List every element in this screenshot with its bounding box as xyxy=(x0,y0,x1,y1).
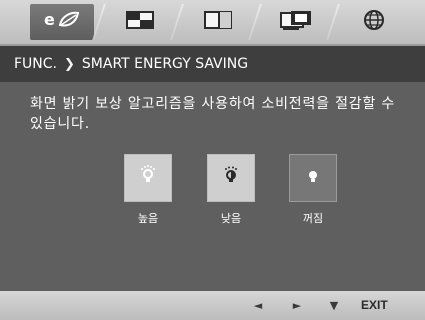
tab-screen[interactable] xyxy=(186,4,250,40)
left-arrow-button[interactable]: ◄ xyxy=(251,297,265,313)
breadcrumb-func: FUNC. xyxy=(14,56,57,72)
option-low-label: 낮음 xyxy=(220,212,242,225)
chevron-right-icon: ❯ xyxy=(64,56,75,72)
osd-menu: e FUNC. ❯ SMART ENERGY SAVING 화면 밝기 보상 알… xyxy=(0,0,425,320)
tab-divider xyxy=(248,4,262,40)
picture-contrast-icon xyxy=(125,9,155,35)
screen-split-icon xyxy=(203,9,233,35)
option-low[interactable] xyxy=(207,154,255,202)
tab-divider xyxy=(170,4,184,40)
svg-text:e: e xyxy=(44,10,55,29)
bulb-low-icon xyxy=(219,164,243,192)
option-off[interactable] xyxy=(289,154,337,202)
bulb-high-icon xyxy=(136,164,160,192)
bulb-off-icon xyxy=(301,164,325,192)
option-off-label: 꺼짐 xyxy=(302,212,324,225)
tab-picture[interactable] xyxy=(108,4,172,40)
breadcrumb: FUNC. ❯ SMART ENERGY SAVING xyxy=(0,46,425,82)
pip-window-icon xyxy=(279,9,313,35)
globe-icon xyxy=(362,8,386,36)
tab-divider xyxy=(326,4,340,40)
tab-pip[interactable] xyxy=(264,4,328,40)
tab-settings[interactable] xyxy=(342,4,406,40)
page-title: SMART ENERGY SAVING xyxy=(81,56,249,72)
tab-divider xyxy=(92,4,106,40)
right-arrow-button[interactable]: ► xyxy=(290,297,304,313)
down-arrow-button[interactable]: ▼ xyxy=(327,297,341,313)
tab-eco[interactable]: e xyxy=(30,4,94,40)
description-text: 화면 밝기 보상 알고리즘을 사용하여 소비전력을 절감할 수 있습니다. xyxy=(30,96,396,132)
exit-button[interactable]: EXIT xyxy=(361,298,388,312)
menu-tab-strip: e xyxy=(0,0,425,46)
eco-leaf-icon: e xyxy=(42,9,82,35)
option-high-label: 높음 xyxy=(137,212,159,225)
option-high[interactable] xyxy=(124,154,172,202)
